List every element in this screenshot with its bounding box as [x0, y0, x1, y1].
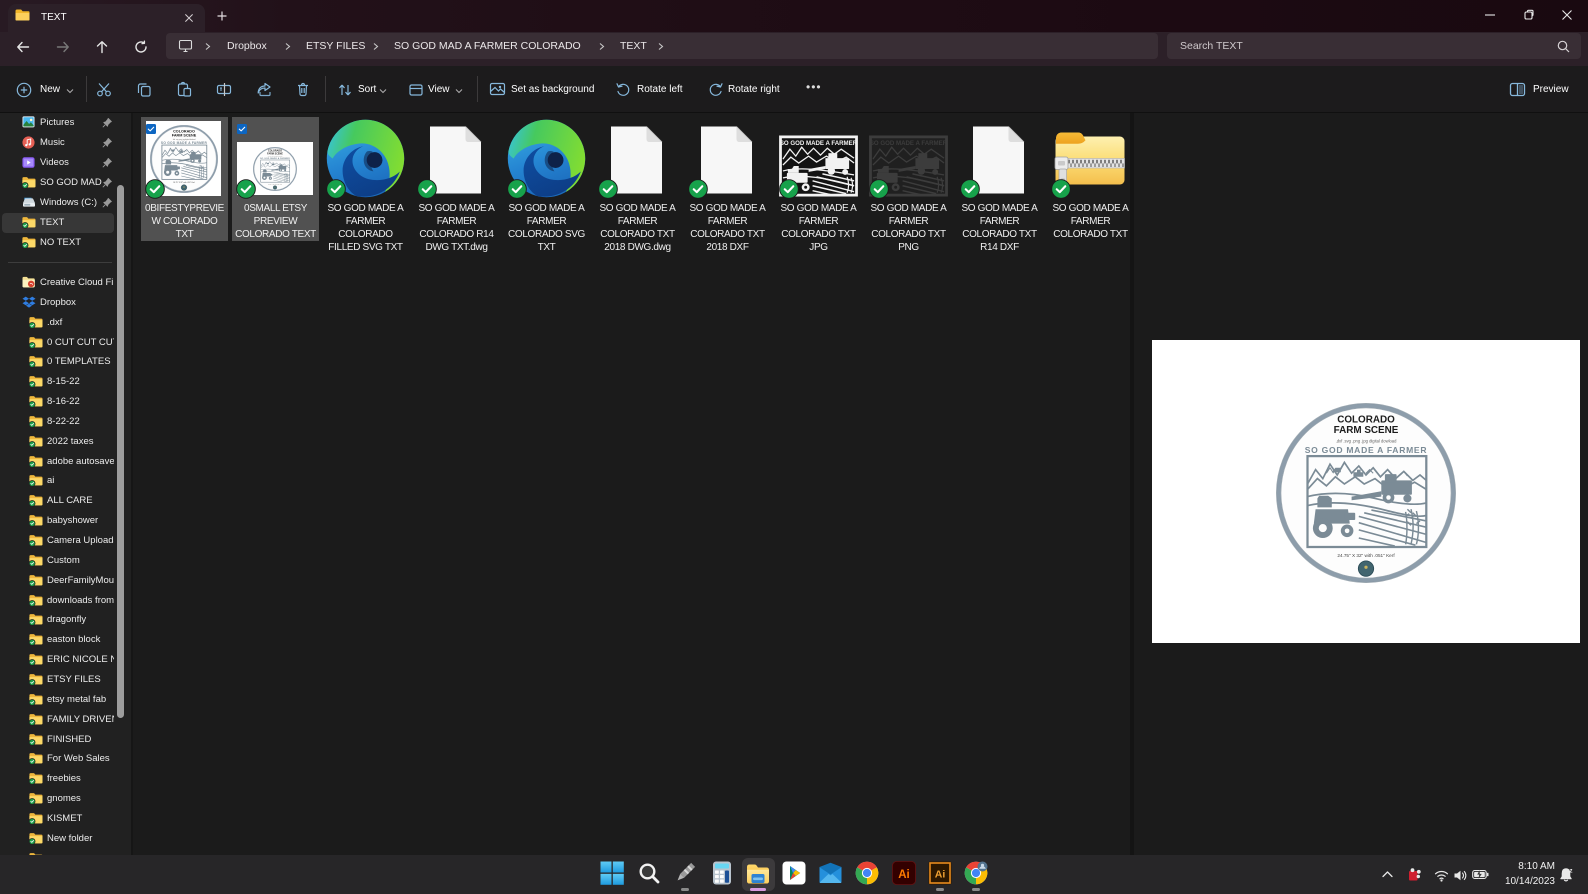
- svg-text:.dxf .svg .png .jpg digital do: .dxf .svg .png .jpg digital dowload: [1336, 439, 1397, 444]
- svg-text:SO GOD MADE A FARMER: SO GOD MADE A FARMER: [160, 140, 207, 144]
- svg-text:SO GOD MADE A FARMER: SO GOD MADE A FARMER: [870, 140, 948, 147]
- svg-text:Ai: Ai: [898, 869, 910, 881]
- svg-text:FARM SCENE: FARM SCENE: [267, 152, 283, 155]
- svg-text:COLORADO: COLORADO: [1337, 414, 1395, 425]
- svg-text:FARM SCENE: FARM SCENE: [1334, 425, 1399, 436]
- svg-text:COLORADO: COLORADO: [173, 129, 195, 133]
- svg-text:Ai: Ai: [935, 869, 946, 881]
- svg-text:z: z: [1570, 869, 1573, 875]
- svg-text:SO GOD MADE A FARMER: SO GOD MADE A FARMER: [1305, 445, 1428, 455]
- svg-text:SO GOD MADE A FARMER: SO GOD MADE A FARMER: [780, 140, 858, 147]
- svg-text:FARM SCENE: FARM SCENE: [171, 133, 196, 137]
- svg-text:24.75" X 32" with .051" Kerf: 24.75" X 32" with .051" Kerf: [1337, 553, 1395, 558]
